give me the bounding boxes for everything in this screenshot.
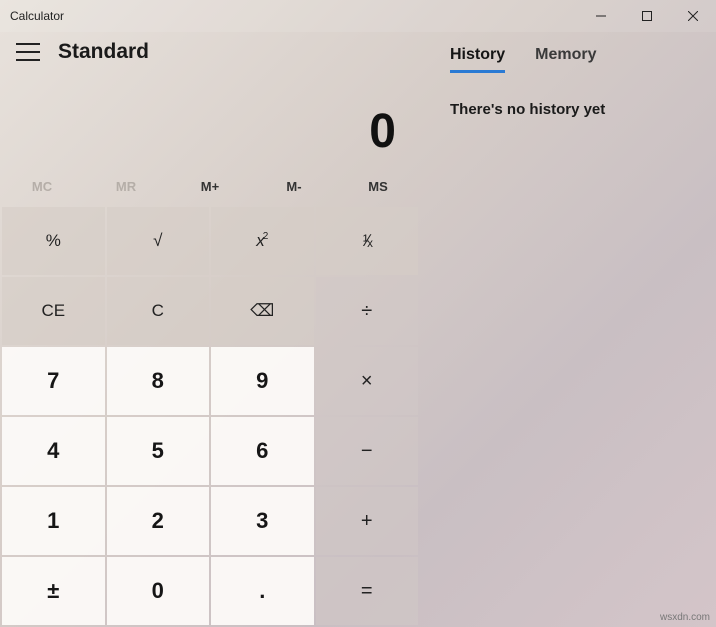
sqrt-button[interactable]: √ [107,207,210,275]
memory-add-button[interactable]: M+ [168,167,252,205]
mode-title: Standard [58,40,149,64]
digit-6-button[interactable]: 6 [211,417,314,485]
digit-7-button[interactable]: 7 [2,347,105,415]
clear-entry-button[interactable]: CE [2,277,105,345]
digit-0-button[interactable]: 0 [107,557,210,625]
percent-button[interactable]: % [2,207,105,275]
memory-subtract-button[interactable]: M- [252,167,336,205]
digit-5-button[interactable]: 5 [107,417,210,485]
digit-3-button[interactable]: 3 [211,487,314,555]
digit-8-button[interactable]: 8 [107,347,210,415]
digit-9-button[interactable]: 9 [211,347,314,415]
multiply-button[interactable]: × [316,347,419,415]
display-value: 0 [16,104,396,159]
plus-button[interactable]: + [316,487,419,555]
history-empty-message: There's no history yet [440,101,696,118]
digit-2-button[interactable]: 2 [107,487,210,555]
decimal-button[interactable]: . [211,557,314,625]
tab-history[interactable]: History [450,46,505,73]
minimize-button[interactable] [578,0,624,32]
negate-button[interactable]: ± [2,557,105,625]
digit-4-button[interactable]: 4 [2,417,105,485]
reciprocal-button[interactable]: ¹∕ₓ [316,207,419,275]
divide-button[interactable]: ÷ [316,277,419,345]
memory-recall-button: MR [84,167,168,205]
maximize-button[interactable] [624,0,670,32]
digit-1-button[interactable]: 1 [2,487,105,555]
tab-memory[interactable]: Memory [535,46,596,73]
memory-clear-button: MC [0,167,84,205]
watermark: wsxdn.com [660,612,710,623]
minus-button[interactable]: − [316,417,419,485]
hamburger-menu-icon[interactable] [16,43,40,61]
backspace-button[interactable]: ⌫ [211,277,314,345]
equals-button[interactable]: = [316,557,419,625]
square-button[interactable]: x2 [211,207,314,275]
close-button[interactable] [670,0,716,32]
clear-button[interactable]: C [107,277,210,345]
window-title: Calculator [10,9,578,23]
memory-store-button[interactable]: MS [336,167,420,205]
